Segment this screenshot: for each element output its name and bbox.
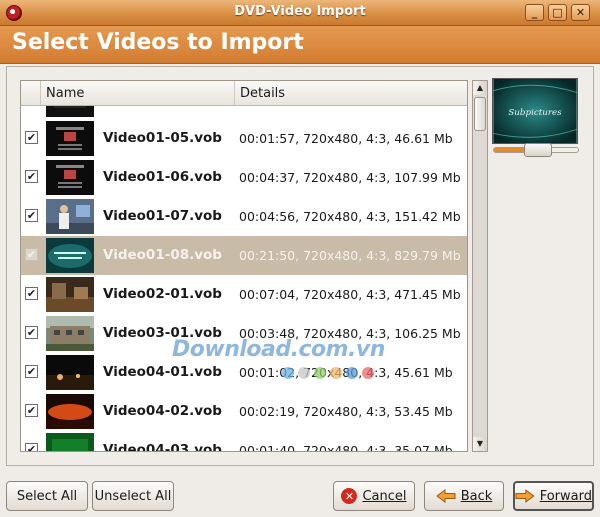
row-checkbox[interactable]: ✔ bbox=[25, 131, 38, 144]
row-checkbox[interactable]: ✔ bbox=[25, 287, 38, 300]
unselect-all-button[interactable]: Unselect All bbox=[92, 481, 174, 511]
select-all-button[interactable]: Select All bbox=[6, 481, 88, 511]
teal-title-thumbnail bbox=[46, 238, 94, 273]
window-title: DVD-Video Import bbox=[234, 4, 366, 19]
close-window-button[interactable]: ✕ bbox=[571, 4, 590, 21]
minimize-button[interactable]: _ bbox=[525, 4, 544, 21]
scroll-up-icon[interactable]: ▲ bbox=[473, 81, 487, 95]
video-details: 00:02:19, 720x480, 4:3, 53.45 Mb bbox=[239, 404, 453, 419]
video-name: Video04-03.vob bbox=[103, 442, 222, 452]
video-name: Video01-07.vob bbox=[103, 208, 222, 224]
video-details: 00:04:56, 720x480, 4:3, 151.42 Mb bbox=[239, 209, 461, 224]
window-titlebar[interactable]: DVD-Video Import _ □ ✕ bbox=[0, 0, 600, 26]
cancel-button[interactable]: ✕ Cancel bbox=[333, 481, 415, 511]
table-row[interactable]: ✔ Video01-05.vob 00:01:57, 720x480, 4:3,… bbox=[21, 119, 467, 158]
preview-thumbnail: Subpictures bbox=[492, 78, 578, 144]
back-label: Back bbox=[460, 488, 493, 504]
maximize-button[interactable]: □ bbox=[548, 4, 567, 21]
row-checkbox[interactable]: ✔ bbox=[25, 365, 38, 378]
page-title: Select Videos to Import bbox=[12, 30, 304, 55]
column-header-name[interactable]: Name bbox=[41, 81, 235, 105]
video-details: 00:04:37, 720x480, 4:3, 107.99 Mb bbox=[239, 170, 461, 185]
video-name: Video01-05.vob bbox=[103, 130, 222, 146]
video-list[interactable]: Name Details ✔ ✔ Video01-05.vob 00:01:57… bbox=[20, 80, 468, 452]
row-checkbox[interactable]: ✔ bbox=[25, 209, 38, 222]
table-row[interactable]: ✔ Video01-06.vob 00:04:37, 720x480, 4:3,… bbox=[21, 158, 467, 197]
column-header-details[interactable]: Details bbox=[235, 81, 467, 105]
watermark-dots bbox=[282, 367, 374, 379]
video-name: Video02-01.vob bbox=[103, 286, 222, 302]
column-header-check[interactable] bbox=[21, 81, 41, 105]
video-details: 00:07:04, 720x480, 4:3, 471.45 Mb bbox=[239, 287, 461, 302]
cancel-icon: ✕ bbox=[341, 488, 358, 504]
cancel-label: Cancel bbox=[362, 488, 407, 504]
menu-thumbnail-dark bbox=[46, 121, 94, 156]
menu-thumbnail-dark bbox=[46, 106, 94, 117]
row-checkbox[interactable]: ✔ bbox=[25, 404, 38, 417]
table-row[interactable]: ✔ Video04-03.vob 00:01:40, 720x480, 4:3,… bbox=[21, 431, 467, 452]
watermark: Download.com.vn bbox=[172, 337, 412, 385]
video-name: Video01-06.vob bbox=[103, 169, 222, 185]
table-row-selected[interactable]: ✔ Video01-08.vob 00:21:50, 720x480, 4:3,… bbox=[21, 236, 467, 275]
green-thumbnail bbox=[46, 433, 94, 451]
table-row[interactable]: ✔ Video04-02.vob 00:02:19, 720x480, 4:3,… bbox=[21, 392, 467, 431]
list-scrollbar[interactable]: ▲ ▼ bbox=[472, 80, 488, 452]
back-button[interactable]: Back bbox=[424, 481, 504, 511]
table-row[interactable]: ✔ Video01-07.vob 00:04:56, 720x480, 4:3,… bbox=[21, 197, 467, 236]
orange-landscape-thumbnail bbox=[46, 394, 94, 429]
video-details: 00:01:40, 720x480, 4:3, 35.07 Mb bbox=[239, 443, 453, 452]
watermark-text: Download.com.vn bbox=[172, 337, 385, 362]
forward-label: Forward bbox=[539, 488, 592, 504]
forward-arrow-icon bbox=[515, 489, 535, 503]
brown-scene-thumbnail bbox=[46, 277, 94, 312]
preview-slider-handle[interactable] bbox=[524, 143, 552, 157]
row-checkbox[interactable]: ✔ bbox=[25, 326, 38, 339]
page-header: Select Videos to Import bbox=[0, 26, 600, 64]
back-arrow-icon bbox=[435, 489, 456, 503]
video-name: Video04-02.vob bbox=[103, 403, 222, 419]
preview-caption: Subpictures bbox=[508, 108, 562, 118]
video-details: 00:21:50, 720x480, 4:3, 829.79 Mb bbox=[239, 248, 461, 263]
menu-thumbnail-dark bbox=[46, 160, 94, 195]
select-all-label: Select All bbox=[16, 488, 78, 504]
unselect-all-label: Unselect All bbox=[94, 488, 172, 504]
scroll-down-icon[interactable]: ▼ bbox=[473, 437, 487, 451]
row-checkbox[interactable]: ✔ bbox=[25, 443, 38, 451]
scrollbar-thumb[interactable] bbox=[474, 97, 486, 131]
video-name: Video01-08.vob bbox=[103, 247, 222, 263]
table-row[interactable]: ✔ bbox=[21, 106, 467, 119]
list-header: Name Details bbox=[21, 81, 467, 106]
row-checkbox[interactable]: ✔ bbox=[25, 170, 38, 183]
presenter-thumbnail bbox=[46, 199, 94, 234]
night-scene-thumbnail bbox=[46, 355, 94, 390]
forward-button[interactable]: Forward bbox=[513, 481, 594, 511]
list-rows: ✔ ✔ Video01-05.vob 00:01:57, 720x480, 4:… bbox=[21, 106, 467, 452]
table-row[interactable]: ✔ Video02-01.vob 00:07:04, 720x480, 4:3,… bbox=[21, 275, 467, 314]
building-thumbnail bbox=[46, 316, 94, 351]
video-details: 00:01:57, 720x480, 4:3, 46.61 Mb bbox=[239, 131, 453, 146]
row-checkbox[interactable]: ✔ bbox=[25, 248, 38, 261]
